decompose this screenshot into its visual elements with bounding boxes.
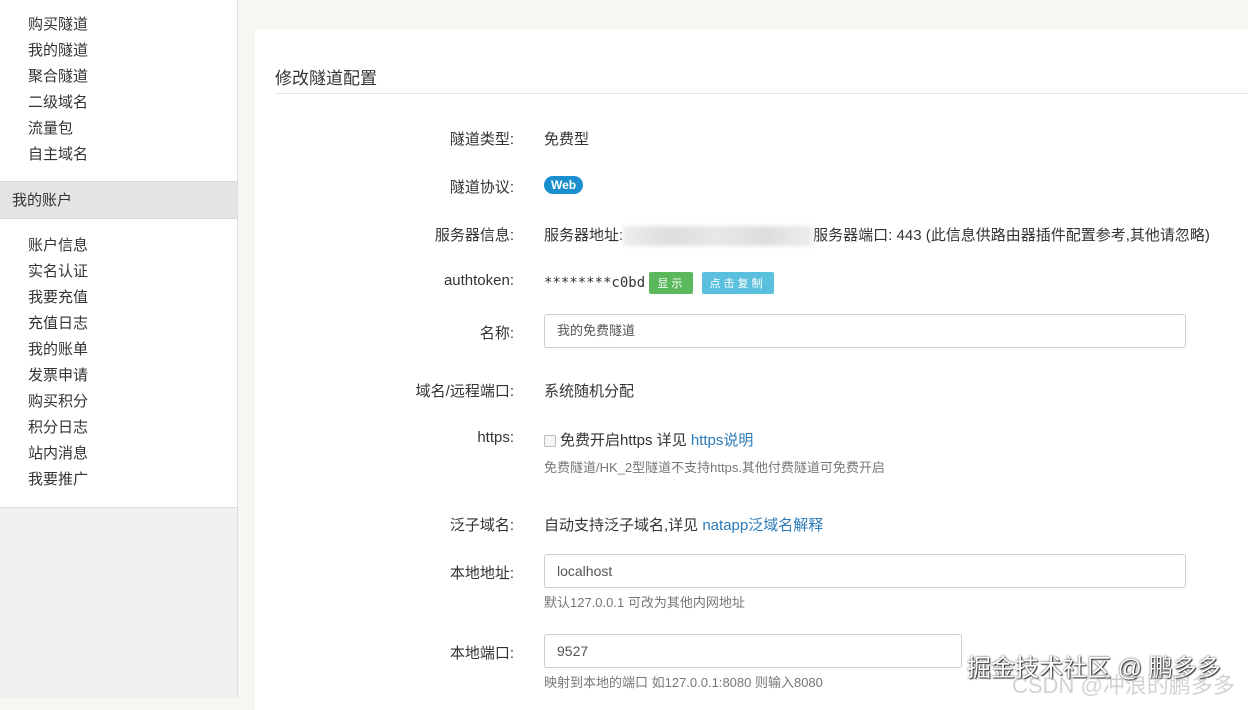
sidebar-item-recharge[interactable]: 我要充值 (0, 285, 237, 311)
https-help: 免费隧道/HK_2型隧道不支持https.其他付费隧道可免费开启 (544, 460, 885, 475)
sidebar-item-messages[interactable]: 站内消息 (0, 441, 237, 467)
name-input[interactable]: 我的免费隧道 (544, 314, 1186, 348)
sidebar-item-verification[interactable]: 实名认证 (0, 259, 237, 285)
sidebar-item-custom-domain[interactable]: 自主域名 (0, 142, 237, 168)
sidebar-item-traffic-pack[interactable]: 流量包 (0, 116, 237, 142)
sidebar-item-subdomain[interactable]: 二级域名 (0, 90, 237, 116)
sidebar-section-account[interactable]: 我的账户 (0, 181, 237, 219)
local-addr-label: 本地地址: (449, 565, 514, 582)
wildcard-text: 自动支持泛子域名,详见 (544, 517, 703, 534)
show-token-button[interactable]: 显示 (649, 272, 694, 294)
sidebar-item-invoice[interactable]: 发票申请 (0, 363, 237, 389)
sidebar-item-account-info[interactable]: 账户信息 (0, 233, 237, 259)
copy-token-button[interactable]: 点击复制 (701, 272, 774, 294)
wildcard-label: 泛子域名: (449, 517, 514, 534)
sidebar: 购买隧道 我的隧道 聚合隧道 二级域名 流量包 自主域名 我的账户 账户信息 实… (0, 0, 238, 698)
sidebar-item-recharge-log[interactable]: 充值日志 (0, 311, 237, 337)
local-port-help: 映射到本地的端口 如127.0.0.1:8080 则输入8080 (544, 675, 823, 690)
sidebar-item-points-log[interactable]: 积分日志 (0, 415, 237, 441)
https-checkbox[interactable] (544, 435, 556, 448)
protocol-label: 隧道协议: (449, 179, 514, 196)
wildcard-doc-link[interactable]: natapp泛域名解释 (702, 517, 823, 534)
edit-tunnel-panel: 修改隧道配置 隧道类型: 免费型 隧道协议: Web 服务器信息: 服务器地址:… (255, 30, 1248, 710)
server-address-label: 服务器地址: (544, 227, 624, 244)
server-port-text: 服务器端口: 443 (此信息供路由器插件配置参考,其他请忽略) (813, 227, 1210, 244)
account-menu: 账户信息 实名认证 我要充值 充值日志 我的账单 发票申请 购买积分 积分日志 … (0, 219, 237, 508)
server-address-redacted (623, 226, 814, 247)
sidebar-item-promote[interactable]: 我要推广 (0, 467, 237, 493)
page-title: 修改隧道配置 (275, 69, 377, 88)
sidebar-item-aggregate-tunnel[interactable]: 聚合隧道 (0, 64, 237, 90)
https-label: https: (477, 429, 514, 446)
divider (275, 93, 1248, 94)
tunnel-type-label: 隧道类型: (449, 131, 514, 148)
sidebar-item-my-tunnels[interactable]: 我的隧道 (0, 38, 237, 64)
sidebar-item-bills[interactable]: 我的账单 (0, 337, 237, 363)
domain-value: 系统随机分配 (544, 383, 635, 400)
tunnel-menu: 购买隧道 我的隧道 聚合隧道 二级域名 流量包 自主域名 (0, 0, 237, 181)
sidebar-item-buy-tunnel[interactable]: 购买隧道 (0, 12, 237, 38)
authtoken-label: authtoken: (443, 272, 514, 289)
local-port-input[interactable]: 9527 (544, 634, 962, 668)
https-checkbox-text: 免费开启https 详见 (560, 432, 691, 449)
protocol-badge: Web (544, 176, 584, 194)
domain-label: 域名/远程端口: (415, 383, 514, 400)
local-port-label: 本地端口: (449, 645, 514, 662)
csdn-watermark: CSDN @冲浪的鹏多多 (1012, 673, 1235, 698)
sidebar-item-buy-points[interactable]: 购买积分 (0, 389, 237, 415)
local-addr-help: 默认127.0.0.1 可改为其他内网地址 (544, 595, 745, 610)
authtoken-value: ********c0bd (544, 274, 646, 291)
server-info-label: 服务器信息: (434, 227, 514, 244)
local-addr-input[interactable]: localhost (544, 554, 1186, 588)
tunnel-type-value: 免费型 (544, 131, 590, 148)
https-doc-link[interactable]: https说明 (691, 432, 754, 449)
name-label: 名称: (479, 325, 514, 342)
